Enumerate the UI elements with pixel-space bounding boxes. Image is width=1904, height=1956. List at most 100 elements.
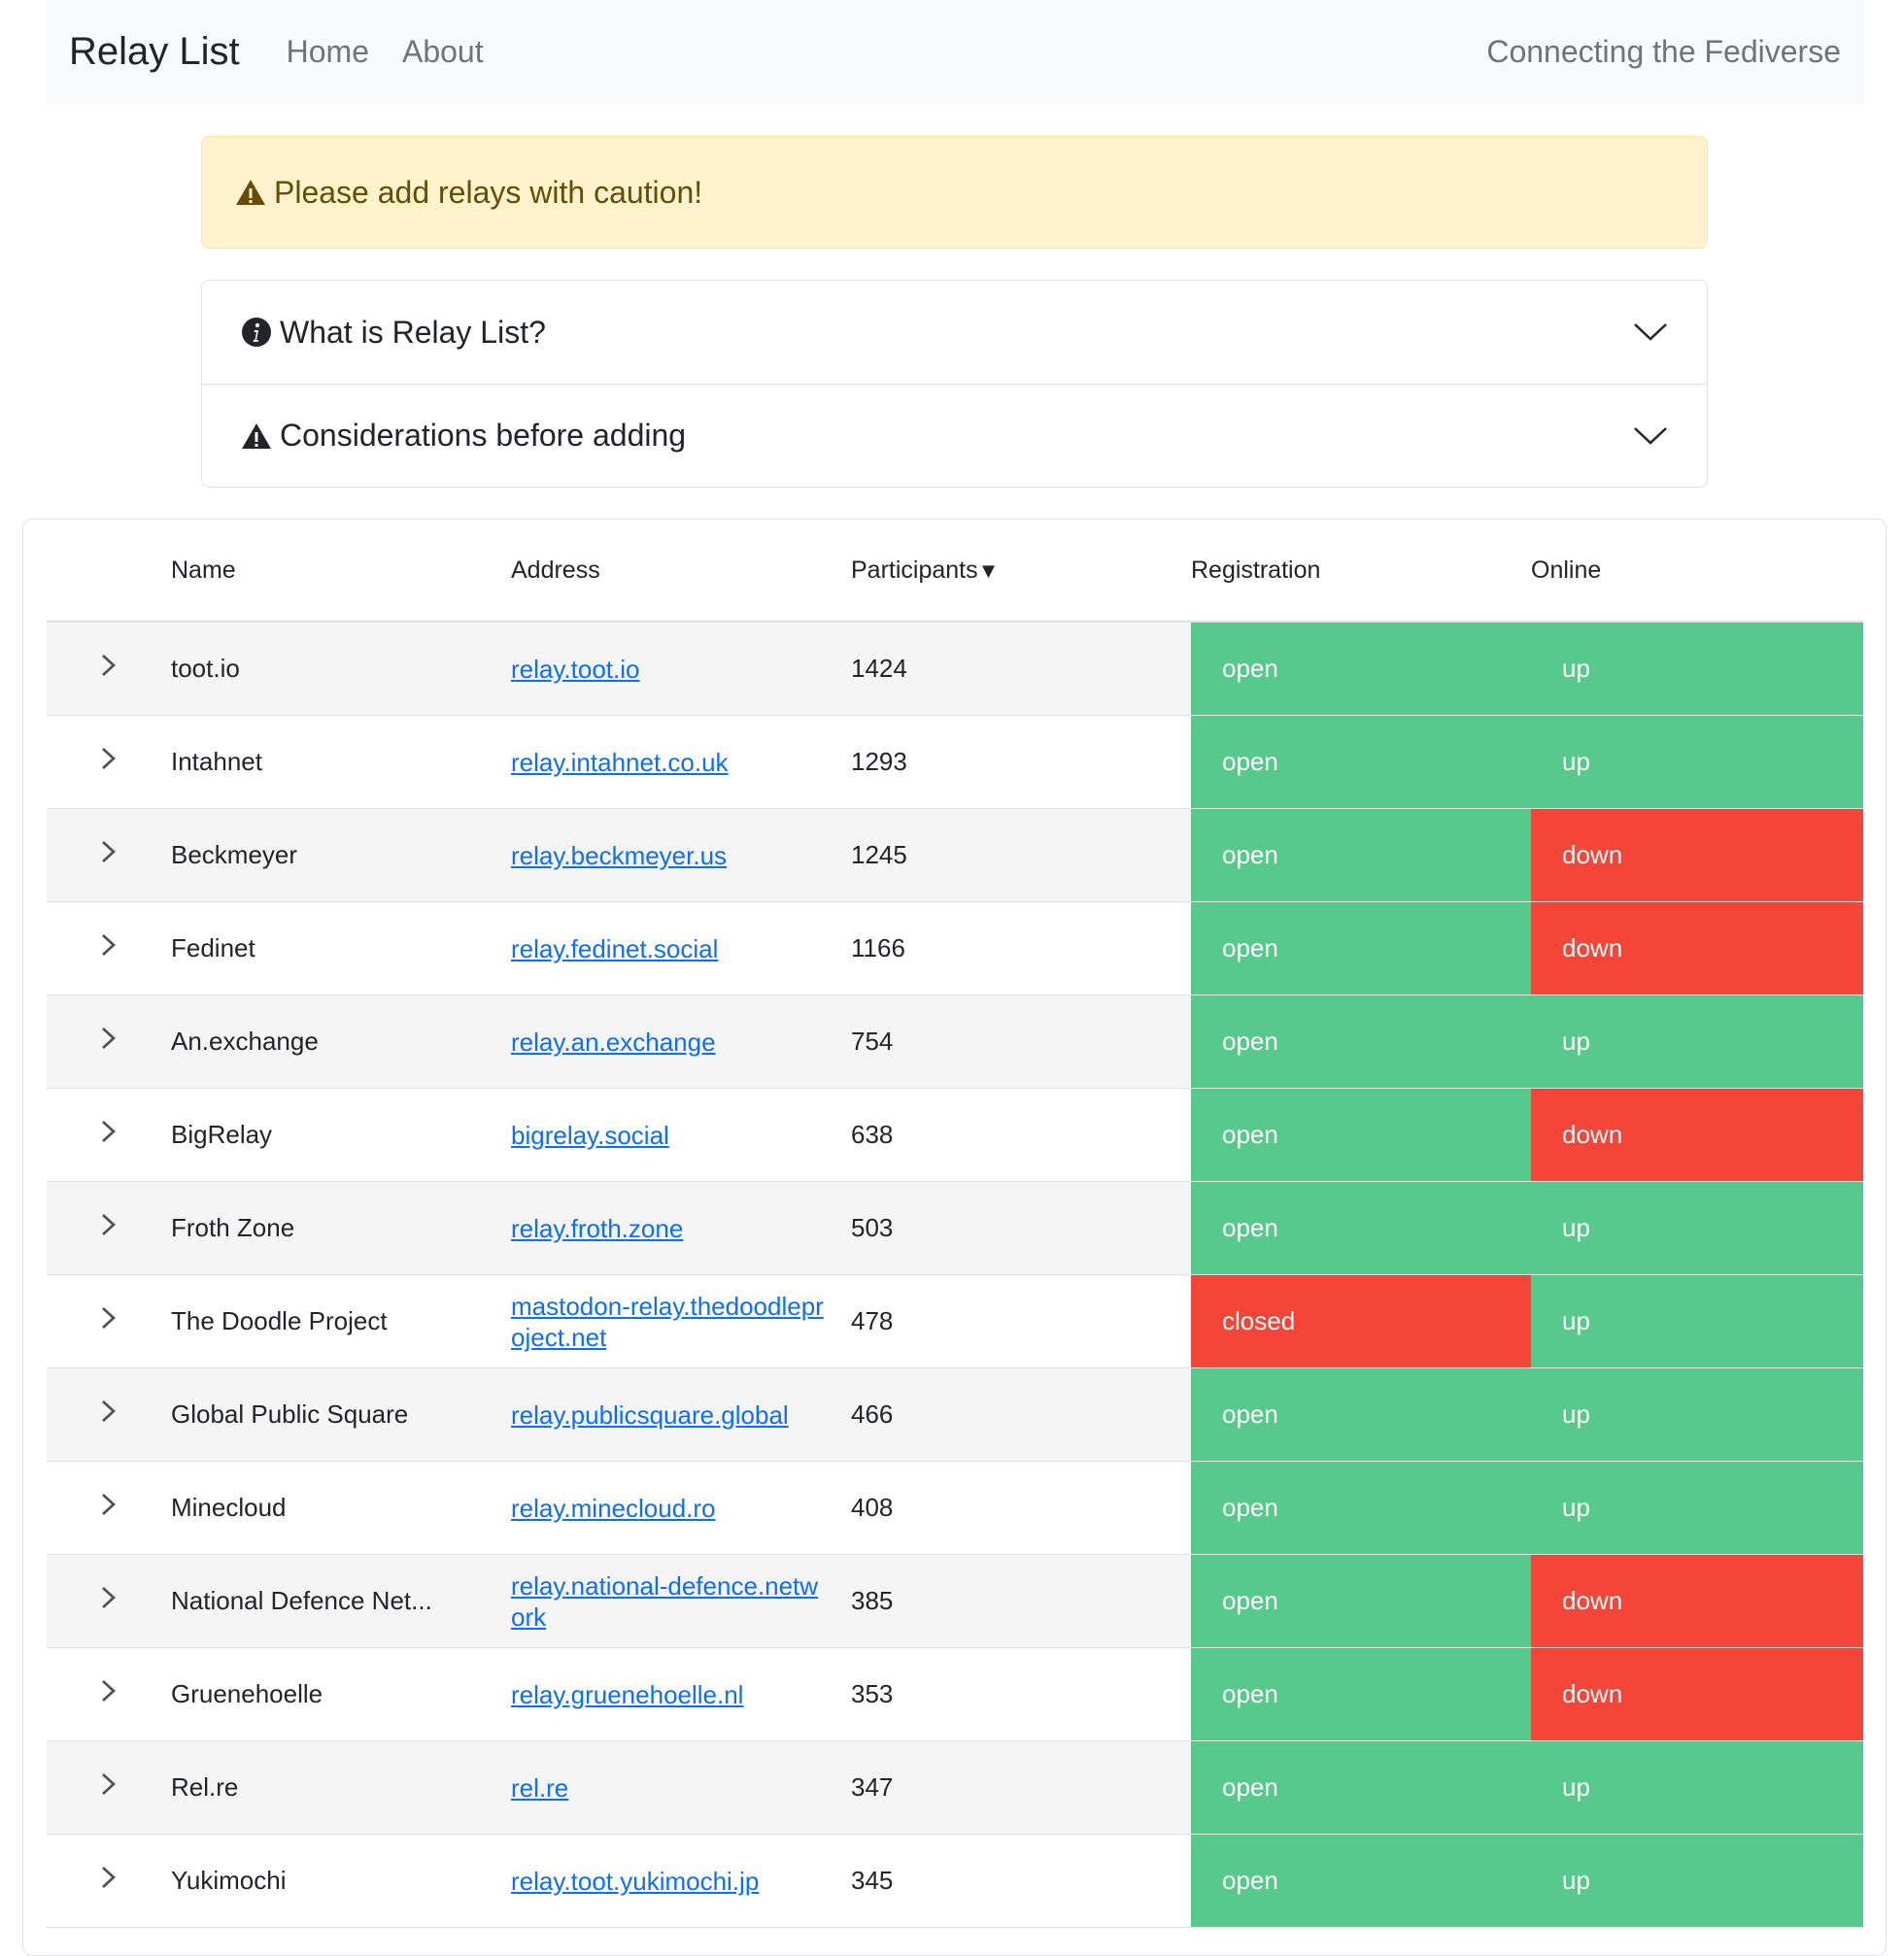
relay-address-cell: relay.froth.zone <box>511 1181 851 1275</box>
header-participants[interactable]: Participants▼ <box>851 520 1191 623</box>
registration-status: open <box>1191 808 1531 902</box>
registration-status: open <box>1191 1647 1531 1741</box>
participants-cell: 1293 <box>851 715 1191 809</box>
relay-name-cell: Rel.re <box>171 1740 511 1835</box>
chevron-right-icon <box>99 840 119 869</box>
relay-address-link[interactable]: relay.toot.io <box>511 655 639 684</box>
relay-address-link[interactable]: relay.an.exchange <box>511 1028 716 1057</box>
expand-row-button[interactable] <box>47 1554 171 1648</box>
participants-cell: 638 <box>851 1088 1191 1182</box>
participants-cell: 345 <box>851 1834 1191 1928</box>
online-status: up <box>1531 1181 1863 1275</box>
relay-address-cell: relay.toot.io <box>511 622 851 716</box>
header-registration[interactable]: Registration <box>1191 520 1531 623</box>
chevron-right-icon <box>99 1400 119 1429</box>
expand-row-button[interactable] <box>47 1367 171 1462</box>
relay-address-link[interactable]: relay.toot.yukimochi.jp <box>511 1867 759 1896</box>
alert-text: Please add relays with caution! <box>274 174 703 210</box>
relay-address-cell: relay.intahnet.co.uk <box>511 715 851 809</box>
relay-name: An.exchange <box>171 1027 319 1056</box>
registration-status: open <box>1191 1740 1531 1835</box>
participants-cell: 353 <box>851 1647 1191 1741</box>
relay-name: Intahnet <box>171 747 262 776</box>
tagline: Connecting the Fediverse <box>1486 34 1841 69</box>
relay-name: The Doodle Project <box>171 1306 388 1335</box>
relay-address-link[interactable]: bigrelay.social <box>511 1121 669 1150</box>
relay-address-link[interactable]: relay.beckmeyer.us <box>511 841 727 870</box>
online-status: up <box>1531 622 1863 716</box>
relay-address-link[interactable]: relay.publicsquare.global <box>511 1400 789 1430</box>
relay-address-link[interactable]: relay.fedinet.social <box>511 934 718 963</box>
relay-name: National Defence Net... <box>171 1586 432 1615</box>
chevron-down-icon <box>1633 426 1668 446</box>
chevron-right-icon <box>99 654 119 683</box>
header-address[interactable]: Address <box>511 520 851 623</box>
relay-address-cell: relay.an.exchange <box>511 995 851 1089</box>
header-name[interactable]: Name <box>171 520 511 623</box>
participants-cell: 347 <box>851 1740 1191 1835</box>
table-row: toot.io relay.toot.io 1424 open up <box>47 622 1863 716</box>
relay-name-cell: Gruenehoelle <box>171 1647 511 1741</box>
expand-row-button[interactable] <box>47 622 171 716</box>
accordion-label: Considerations before adding <box>280 418 687 453</box>
table-row: Intahnet relay.intahnet.co.uk 1293 open up <box>47 715 1863 809</box>
relay-table-card: Name Address Participants▼ Registration … <box>22 519 1887 1956</box>
registration-status: open <box>1191 715 1531 809</box>
table-row: The Doodle Project mastodon-relay.thedood… <box>47 1274 1863 1368</box>
relay-address-link[interactable]: relay.froth.zone <box>511 1214 683 1243</box>
participants-cell: 385 <box>851 1554 1191 1648</box>
info-accordion: What is Relay List? Considerations befor… <box>201 280 1708 488</box>
online-status: down <box>1531 808 1863 902</box>
table-row: An.exchange relay.an.exchange 754 open up <box>47 995 1863 1089</box>
relay-address-cell: mastodon-relay.thedoodleproject.net <box>511 1274 851 1368</box>
expand-row-button[interactable] <box>47 1181 171 1275</box>
expand-row-button[interactable] <box>47 1274 171 1368</box>
accordion-item-considerations[interactable]: Considerations before adding <box>202 384 1707 487</box>
brand-link[interactable]: Relay List <box>69 30 240 74</box>
table-row: National Defence Net... relay.national-de… <box>47 1554 1863 1648</box>
registration-status: closed <box>1191 1274 1531 1368</box>
relay-address-link[interactable]: relay.minecloud.ro <box>511 1494 716 1523</box>
online-status: up <box>1531 715 1863 809</box>
participants-cell: 1166 <box>851 901 1191 995</box>
relay-address-link[interactable]: relay.intahnet.co.uk <box>511 748 729 777</box>
relay-name: Yukimochi <box>171 1866 287 1895</box>
expand-row-button[interactable] <box>47 808 171 902</box>
relay-name: Gruenehoelle <box>171 1679 323 1708</box>
nav-link-about[interactable]: About <box>402 34 484 70</box>
registration-status: open <box>1191 1554 1531 1648</box>
relay-address-link[interactable]: relay.national-defence.network <box>511 1571 818 1632</box>
relay-name-cell: Froth Zone <box>171 1181 511 1275</box>
registration-status: open <box>1191 1367 1531 1462</box>
expand-row-button[interactable] <box>47 901 171 995</box>
relay-name-cell: Minecloud <box>171 1461 511 1555</box>
accordion-item-what-is[interactable]: What is Relay List? <box>202 281 1707 384</box>
relay-address-cell: relay.beckmeyer.us <box>511 808 851 902</box>
relay-address-cell: relay.national-defence.network <box>511 1554 851 1648</box>
registration-status: open <box>1191 995 1531 1089</box>
expand-row-button[interactable] <box>47 1461 171 1555</box>
relay-address-link[interactable]: rel.re <box>511 1773 568 1803</box>
expand-row-button[interactable] <box>47 1647 171 1741</box>
header-online[interactable]: Online <box>1531 520 1863 623</box>
relay-name: Minecloud <box>171 1493 287 1522</box>
relay-address-link[interactable]: mastodon-relay.thedoodleproject.net <box>511 1292 824 1352</box>
expand-row-button[interactable] <box>47 1088 171 1182</box>
relay-address-cell: relay.minecloud.ro <box>511 1461 851 1555</box>
expand-row-button[interactable] <box>47 1740 171 1835</box>
relay-name-cell: Fedinet <box>171 901 511 995</box>
relay-address-cell: bigrelay.social <box>511 1088 851 1182</box>
relay-address-cell: relay.fedinet.social <box>511 901 851 995</box>
online-status: up <box>1531 995 1863 1089</box>
expand-row-button[interactable] <box>47 995 171 1089</box>
relay-name-cell: Beckmeyer <box>171 808 511 902</box>
chevron-right-icon <box>99 1306 119 1335</box>
relay-address-link[interactable]: relay.gruenehoelle.nl <box>511 1680 743 1709</box>
registration-status: open <box>1191 901 1531 995</box>
relay-name: Fedinet <box>171 933 255 962</box>
expand-row-button[interactable] <box>47 715 171 809</box>
accordion-label: What is Relay List? <box>280 314 546 350</box>
nav-link-home[interactable]: Home <box>287 34 369 70</box>
expand-row-button[interactable] <box>47 1834 171 1928</box>
table-row: Global Public Square relay.publicsquare.g… <box>47 1367 1863 1462</box>
